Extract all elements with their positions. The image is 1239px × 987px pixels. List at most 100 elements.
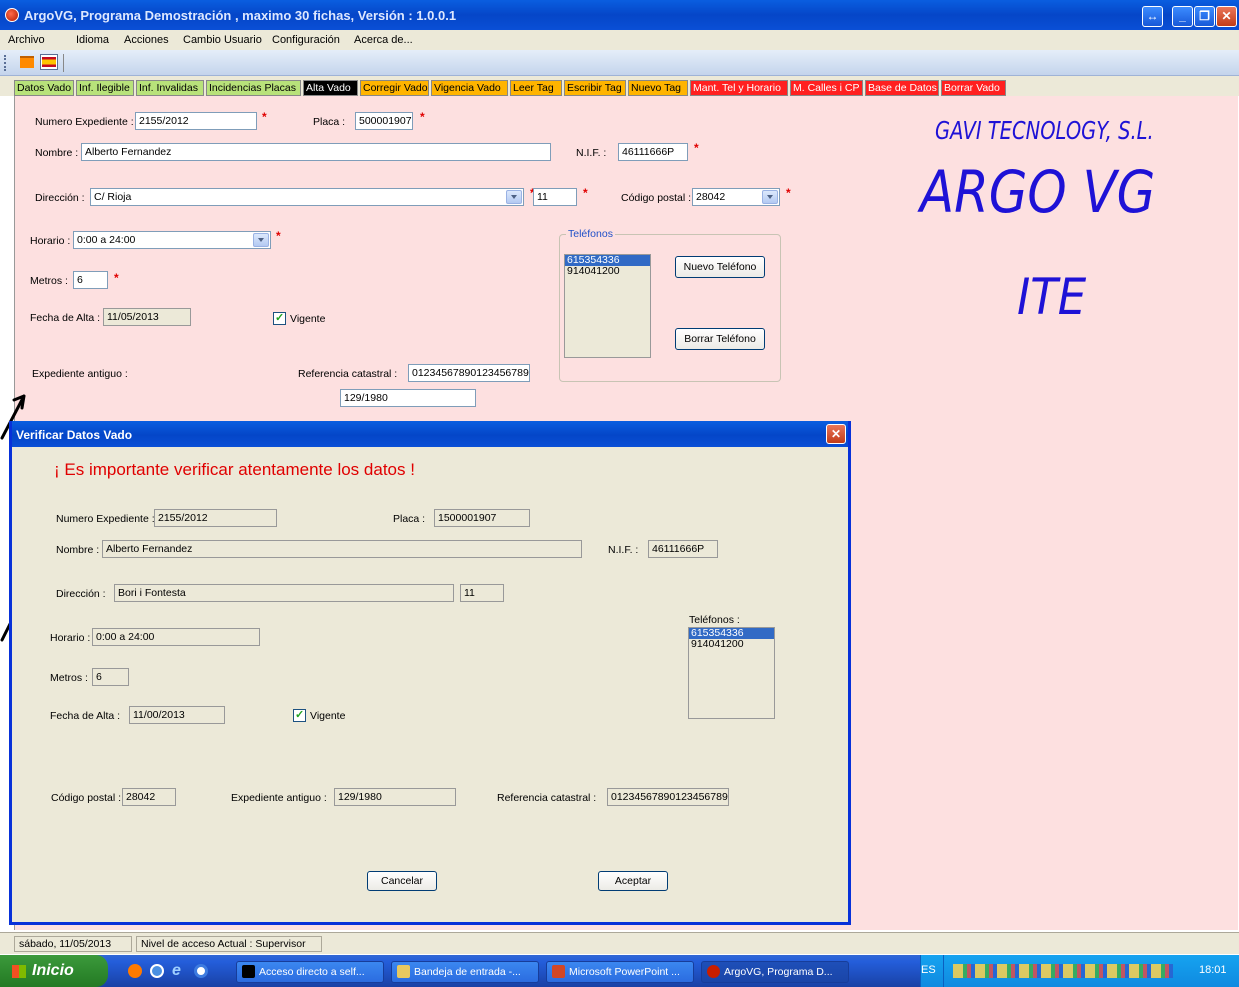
list-item[interactable]: 914041200 <box>565 266 650 277</box>
cancelar-button[interactable]: Cancelar <box>367 871 437 891</box>
vigente-label: Vigente <box>290 313 326 325</box>
borrar-telefono-button[interactable]: Borrar Teléfono <box>675 328 765 350</box>
menu-configuracion[interactable]: Configuración <box>272 34 340 46</box>
required-mark: * <box>583 186 588 200</box>
vigente-checkbox[interactable] <box>273 311 286 325</box>
tab-escribir-tag[interactable]: Escribir Tag <box>564 80 626 96</box>
required-mark: * <box>786 186 791 200</box>
media-player-icon[interactable] <box>194 964 208 978</box>
task-acceso-directo[interactable]: Acceso directo a self... <box>236 961 384 983</box>
close-dialog-button[interactable]: ✕ <box>826 424 846 444</box>
menu-idioma[interactable]: Idioma <box>76 34 109 46</box>
spanish-flag-icon[interactable] <box>40 54 58 70</box>
dialog-title-bar[interactable]: Verificar Datos Vado ✕ <box>12 421 848 447</box>
chevron-down-icon[interactable] <box>506 190 522 204</box>
numero-input[interactable]: 11 <box>533 188 577 206</box>
menu-acciones[interactable]: Acciones <box>124 34 169 46</box>
tab-corregir-vado[interactable]: Corregir Vado <box>360 80 429 96</box>
chevron-down-icon[interactable] <box>253 233 269 247</box>
nif-input[interactable]: 46111666P <box>618 143 688 161</box>
numero-expediente-label: Numero Expediente : <box>56 513 155 525</box>
nombre-input[interactable]: Alberto Fernandez <box>81 143 551 161</box>
menu-icon[interactable] <box>20 56 34 68</box>
chrome-icon[interactable] <box>150 964 164 978</box>
toolbar-grip[interactable] <box>4 55 6 71</box>
numero-field: 11 <box>460 584 504 602</box>
mail-icon <box>397 965 410 978</box>
tab-incidencias-placas[interactable]: Incidencias Placas <box>206 80 301 96</box>
powerpoint-icon <box>552 965 565 978</box>
tab-datos-vado[interactable]: Datos Vado <box>14 80 74 96</box>
chevron-down-icon[interactable] <box>762 190 778 204</box>
menu-cambio-usuario[interactable]: Cambio Usuario <box>183 34 262 46</box>
telefonos-list[interactable]: 615354336 914041200 <box>688 627 775 719</box>
clock[interactable]: 18:01 <box>1199 964 1227 976</box>
metros-input[interactable]: 6 <box>73 271 108 289</box>
numero-expediente-input[interactable]: 2155/2012 <box>135 112 257 130</box>
placa-input[interactable]: 500001907 <box>355 112 413 130</box>
horario-label: Horario : <box>30 235 71 247</box>
direccion-label: Dirección : <box>56 588 106 600</box>
tab-borrar-vado[interactable]: Borrar Vado <box>941 80 1006 96</box>
codigo-postal-select[interactable]: 28042 <box>692 188 780 206</box>
minimize-button[interactable]: _ <box>1172 6 1193 27</box>
expediente-antiguo-input[interactable]: 129/1980 <box>340 389 476 407</box>
task-label: Acceso directo a self... <box>259 966 365 978</box>
argovg-icon <box>707 965 720 978</box>
start-label: Inicio <box>32 962 74 979</box>
tab-leer-tag[interactable]: Leer Tag <box>510 80 562 96</box>
tab-vigencia-vado[interactable]: Vigencia Vado <box>431 80 508 96</box>
list-item[interactable]: 914041200 <box>689 639 774 650</box>
required-mark: * <box>276 229 281 243</box>
task-label: Bandeja de entrada -... <box>414 966 521 978</box>
resize-icon[interactable]: ↔ <box>1142 6 1163 27</box>
tab-base-de-datos[interactable]: Base de Datos <box>865 80 939 96</box>
company-logo-text: GAVI TECNOLOGY, S.L. <box>935 116 1154 145</box>
dialog-body: ¡ Es importante verificar atentamente lo… <box>18 447 842 919</box>
app-icon[interactable] <box>5 8 19 22</box>
status-bar: sábado, 11/05/2013 Nivel de acceso Actua… <box>0 932 1239 954</box>
maximize-button[interactable]: ❐ <box>1194 6 1215 27</box>
aceptar-button[interactable]: Aceptar <box>598 871 668 891</box>
metros-field: 6 <box>92 668 129 686</box>
tab-nuevo-tag[interactable]: Nuevo Tag <box>628 80 688 96</box>
internet-explorer-icon[interactable]: e <box>172 962 181 980</box>
cmd-icon <box>242 965 255 978</box>
task-bandeja-entrada[interactable]: Bandeja de entrada -... <box>391 961 539 983</box>
tab-mant-tel-horario[interactable]: Mant. Tel y Horario <box>690 80 788 96</box>
metros-label: Metros : <box>50 672 88 684</box>
tab-m-calles-cp[interactable]: M. Calles i CP <box>790 80 863 96</box>
verify-warning: ¡ Es importante verificar atentamente lo… <box>54 460 415 479</box>
tab-inf-invalidas[interactable]: Inf. Invalidas <box>136 80 204 96</box>
horario-label: Horario : <box>50 632 91 644</box>
tab-inf-ilegible[interactable]: Inf. Ilegible <box>76 80 134 96</box>
horario-select[interactable]: 0:00 a 24:00 <box>73 231 271 249</box>
language-indicator[interactable]: ES <box>921 964 936 976</box>
horario-value: 0:00 a 24:00 <box>77 234 136 246</box>
close-window-button[interactable]: ✕ <box>1216 6 1237 27</box>
task-argovg[interactable]: ArgoVG, Programa D... <box>701 961 849 983</box>
task-label: Microsoft PowerPoint ... <box>569 966 680 978</box>
referencia-catastral-input[interactable]: 01234567890123456789 <box>408 364 530 382</box>
task-powerpoint[interactable]: Microsoft PowerPoint ... <box>546 961 694 983</box>
referencia-catastral-label: Referencia catastral : <box>298 368 398 380</box>
nombre-field: Alberto Fernandez <box>102 540 582 558</box>
menu-archivo[interactable]: Archivo <box>8 34 45 46</box>
placa-field: 1500001907 <box>434 509 530 527</box>
vigente-checkbox[interactable] <box>293 708 306 722</box>
codigo-postal-label: Código postal : <box>51 792 122 804</box>
firefox-icon[interactable] <box>128 964 142 978</box>
product-suffix-text: ITE <box>1017 268 1087 326</box>
telefonos-list[interactable]: 615354336 914041200 <box>564 254 651 358</box>
tray-icons[interactable] <box>953 964 1173 978</box>
direccion-select[interactable]: C/ Rioja <box>90 188 524 206</box>
vigente-label: Vigente <box>310 710 346 722</box>
nuevo-telefono-button[interactable]: Nuevo Teléfono <box>675 256 765 278</box>
expediente-antiguo-field: 129/1980 <box>334 788 456 806</box>
expediente-antiguo-label: Expediente antiguo : <box>231 792 327 804</box>
numero-expediente-label: Numero Expediente : <box>35 116 134 128</box>
menu-acerca-de[interactable]: Acerca de... <box>354 34 413 46</box>
window-title-bar[interactable]: ArgoVG, Programa Demostración , maximo 3… <box>0 0 1239 30</box>
tab-alta-vado[interactable]: Alta Vado <box>303 80 358 96</box>
start-button[interactable]: Inicio <box>0 955 108 987</box>
